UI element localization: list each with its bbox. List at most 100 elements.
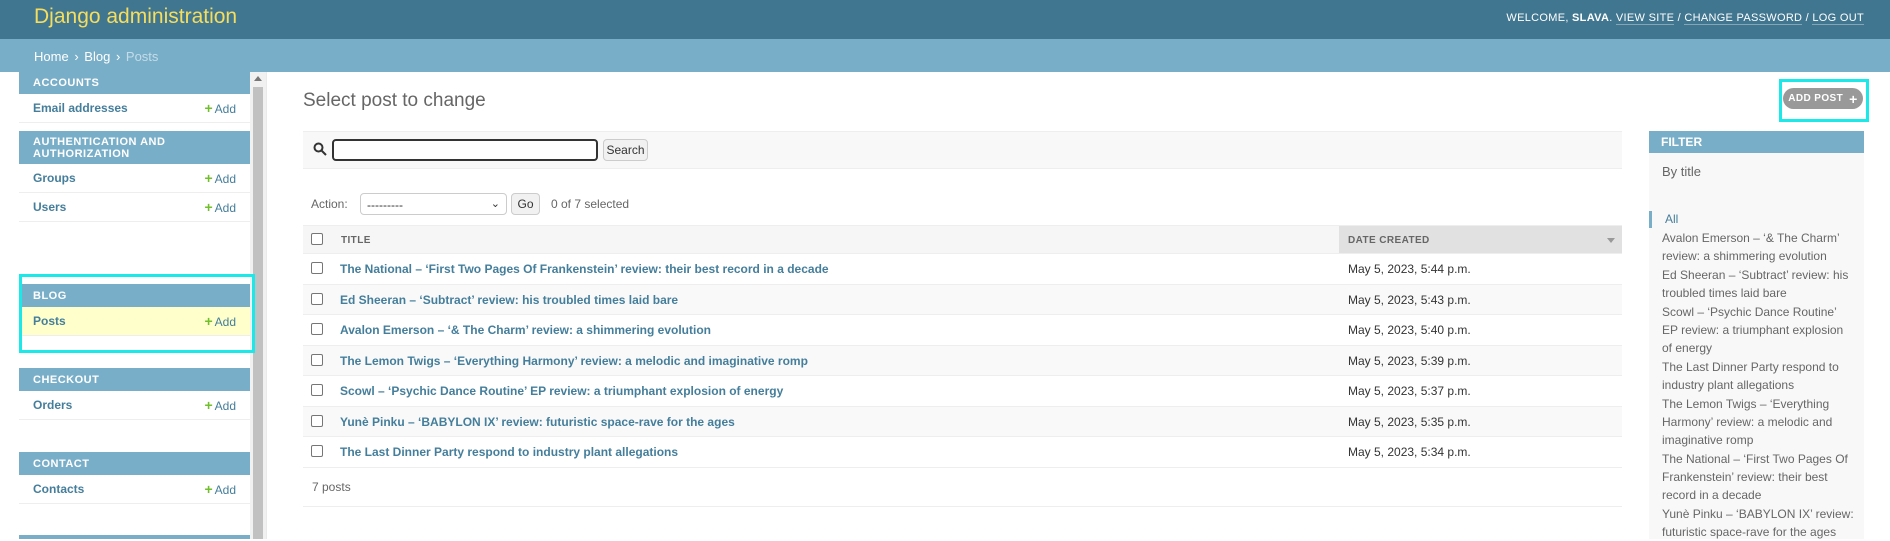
add-link[interactable]: + Add xyxy=(204,199,236,215)
search-input[interactable] xyxy=(332,139,598,161)
post-title-link[interactable]: Scowl – ‘Psychic Dance Routine’ EP revie… xyxy=(340,384,783,398)
table-row: Yunè Pinku – ‘BABYLON IX’ review: futuri… xyxy=(303,406,1622,437)
post-title-link[interactable]: The Last Dinner Party respond to industr… xyxy=(340,445,678,459)
log-out-link[interactable]: LOG OUT xyxy=(1812,12,1864,25)
action-label: Action: xyxy=(311,197,348,211)
module-caption[interactable]: CHECKOUT xyxy=(19,368,250,391)
post-title-link[interactable]: Avalon Emerson – ‘& The Charm’ review: a… xyxy=(340,323,711,337)
sidebar-item-orders: Orders + Add xyxy=(19,391,250,420)
table-row: Scowl – ‘Psychic Dance Routine’ EP revie… xyxy=(303,376,1622,407)
module-caption[interactable]: AUTHENTICATION AND AUTHORIZATION xyxy=(19,131,250,164)
table-row: Avalon Emerson – ‘& The Charm’ review: a… xyxy=(303,315,1622,346)
go-button[interactable]: Go xyxy=(511,193,540,215)
welcome-text: WELCOME, xyxy=(1506,12,1569,24)
filter-option[interactable]: The Lemon Twigs – ‘Everything Harmony’ r… xyxy=(1649,395,1864,449)
module-caption[interactable]: CONTACT xyxy=(19,452,250,475)
result-list: TITLE DATE CREATED The National – ‘First… xyxy=(303,225,1622,468)
filter-option[interactable]: Scowl – ‘Psychic Dance Routine’ EP revie… xyxy=(1649,303,1864,357)
page-title: Select post to change xyxy=(303,90,486,111)
add-label: Add xyxy=(214,399,236,413)
post-title-link[interactable]: The Lemon Twigs – ‘Everything Harmony’ r… xyxy=(340,354,808,368)
chevron-down-icon: ⌄ xyxy=(490,198,500,210)
plus-icon: + xyxy=(204,199,213,215)
add-link[interactable]: + Add xyxy=(204,481,236,497)
filter-by-title: By title xyxy=(1662,164,1702,179)
module-caption[interactable]: ACCOUNTS xyxy=(19,72,250,94)
post-date: May 5, 2023, 5:37 p.m. xyxy=(1348,384,1471,398)
post-title-link[interactable]: Ed Sheeran – ‘Subtract’ review: his trou… xyxy=(340,293,678,307)
plus-icon: + xyxy=(204,100,213,116)
row-checkbox[interactable] xyxy=(311,414,323,427)
plus-icon: + xyxy=(204,397,213,413)
view-site-link[interactable]: VIEW SITE xyxy=(1615,12,1675,25)
paginator: 7 posts xyxy=(303,467,1622,507)
column-date-label: DATE CREATED xyxy=(1348,235,1430,246)
row-checkbox[interactable] xyxy=(311,445,323,457)
column-title[interactable]: TITLE xyxy=(341,235,371,246)
site-branding[interactable]: Django administration xyxy=(34,5,237,29)
add-link[interactable]: + Add xyxy=(204,170,236,186)
table-row: The Last Dinner Party respond to industr… xyxy=(303,437,1622,468)
row-checkbox[interactable] xyxy=(311,323,323,335)
sidebar-item-email-addresses: Email addresses + Add xyxy=(19,94,250,123)
user-tools: WELCOME, SLAVA. VIEW SITE / CHANGE PASSW… xyxy=(1506,12,1864,25)
sidebar-item-contacts: Contacts + Add xyxy=(19,475,250,504)
row-checkbox[interactable] xyxy=(311,384,323,396)
module-authentication: AUTHENTICATION AND AUTHORIZATION Groups … xyxy=(19,131,250,222)
add-label: Add xyxy=(214,483,236,497)
table-row: Ed Sheeran – ‘Subtract’ review: his trou… xyxy=(303,284,1622,315)
filter-option[interactable]: The National – ‘First Two Pages Of Frank… xyxy=(1649,450,1864,504)
post-title-link[interactable]: The National – ‘First Two Pages Of Frank… xyxy=(340,262,829,276)
post-date: May 5, 2023, 5:34 p.m. xyxy=(1348,445,1471,459)
filter-option[interactable]: The Last Dinner Party respond to industr… xyxy=(1649,358,1864,394)
post-title-link[interactable]: Yunè Pinku – ‘BABYLON IX’ review: futuri… xyxy=(340,415,735,429)
row-checkbox[interactable] xyxy=(311,353,323,366)
filter-option-all[interactable]: All xyxy=(1649,211,1864,228)
model-link[interactable]: Orders xyxy=(33,398,72,412)
filter-list: All Avalon Emerson – ‘& The Charm’ revie… xyxy=(1649,211,1864,541)
select-all-checkbox[interactable] xyxy=(311,233,323,245)
add-link[interactable]: + Add xyxy=(204,100,236,116)
filter-option[interactable]: Avalon Emerson – ‘& The Charm’ review: a… xyxy=(1649,229,1864,265)
filter-option[interactable]: Yunè Pinku – ‘BABYLON IX’ review: futuri… xyxy=(1649,505,1864,541)
filter-body: By title All Avalon Emerson – ‘& The Cha… xyxy=(1649,153,1864,539)
breadcrumb-separator: › xyxy=(115,49,121,64)
module-accounts: ACCOUNTS Email addresses + Add xyxy=(19,72,250,123)
plus-icon: + xyxy=(204,170,213,186)
actions-bar: Action: --------- ⌄ Go 0 of 7 selected xyxy=(311,193,911,215)
add-post-button[interactable]: ADD POST + xyxy=(1783,88,1863,109)
breadcrumb-separator: › xyxy=(74,49,79,64)
model-link[interactable]: Groups xyxy=(33,171,76,185)
model-link[interactable]: Email addresses xyxy=(33,101,128,115)
table-row: The National – ‘First Two Pages Of Frank… xyxy=(303,254,1622,285)
breadcrumb-home[interactable]: Home xyxy=(34,49,69,64)
model-link[interactable]: Users xyxy=(33,200,66,214)
add-label: Add xyxy=(214,201,236,215)
username: SLAVA xyxy=(1572,12,1610,24)
search-icon xyxy=(313,142,327,156)
plus-icon: + xyxy=(1849,90,1858,107)
search-button[interactable]: Search xyxy=(603,139,648,161)
action-select[interactable]: --------- ⌄ xyxy=(360,193,507,215)
add-post-label: ADD POST xyxy=(1788,93,1844,104)
change-password-link[interactable]: CHANGE PASSWORD xyxy=(1684,12,1803,25)
post-date: May 5, 2023, 5:39 p.m. xyxy=(1348,353,1471,368)
filter-option[interactable]: Ed Sheeran – ‘Subtract’ review: his trou… xyxy=(1649,266,1864,302)
sidebar-item-users: Users + Add xyxy=(19,193,250,222)
post-date: May 5, 2023, 5:43 p.m. xyxy=(1348,292,1471,307)
model-link[interactable]: Contacts xyxy=(33,482,84,496)
separator: / xyxy=(1677,12,1681,24)
highlight-blog-module xyxy=(19,274,255,353)
column-date-created[interactable]: DATE CREATED xyxy=(1339,226,1622,253)
sort-desc-icon[interactable] xyxy=(1607,238,1615,243)
add-link[interactable]: + Add xyxy=(204,397,236,413)
action-counter: 0 of 7 selected xyxy=(551,197,630,211)
scroll-up-icon[interactable] xyxy=(254,76,262,81)
breadcrumb-blog[interactable]: Blog xyxy=(84,49,110,64)
row-checkbox[interactable] xyxy=(311,292,323,305)
table-row: The Lemon Twigs – ‘Everything Harmony’ r… xyxy=(303,345,1622,376)
post-date: May 5, 2023, 5:40 p.m. xyxy=(1348,323,1471,337)
row-checkbox[interactable] xyxy=(311,262,323,274)
filter-title: FILTER xyxy=(1649,131,1864,153)
action-selected-value: --------- xyxy=(367,198,403,212)
